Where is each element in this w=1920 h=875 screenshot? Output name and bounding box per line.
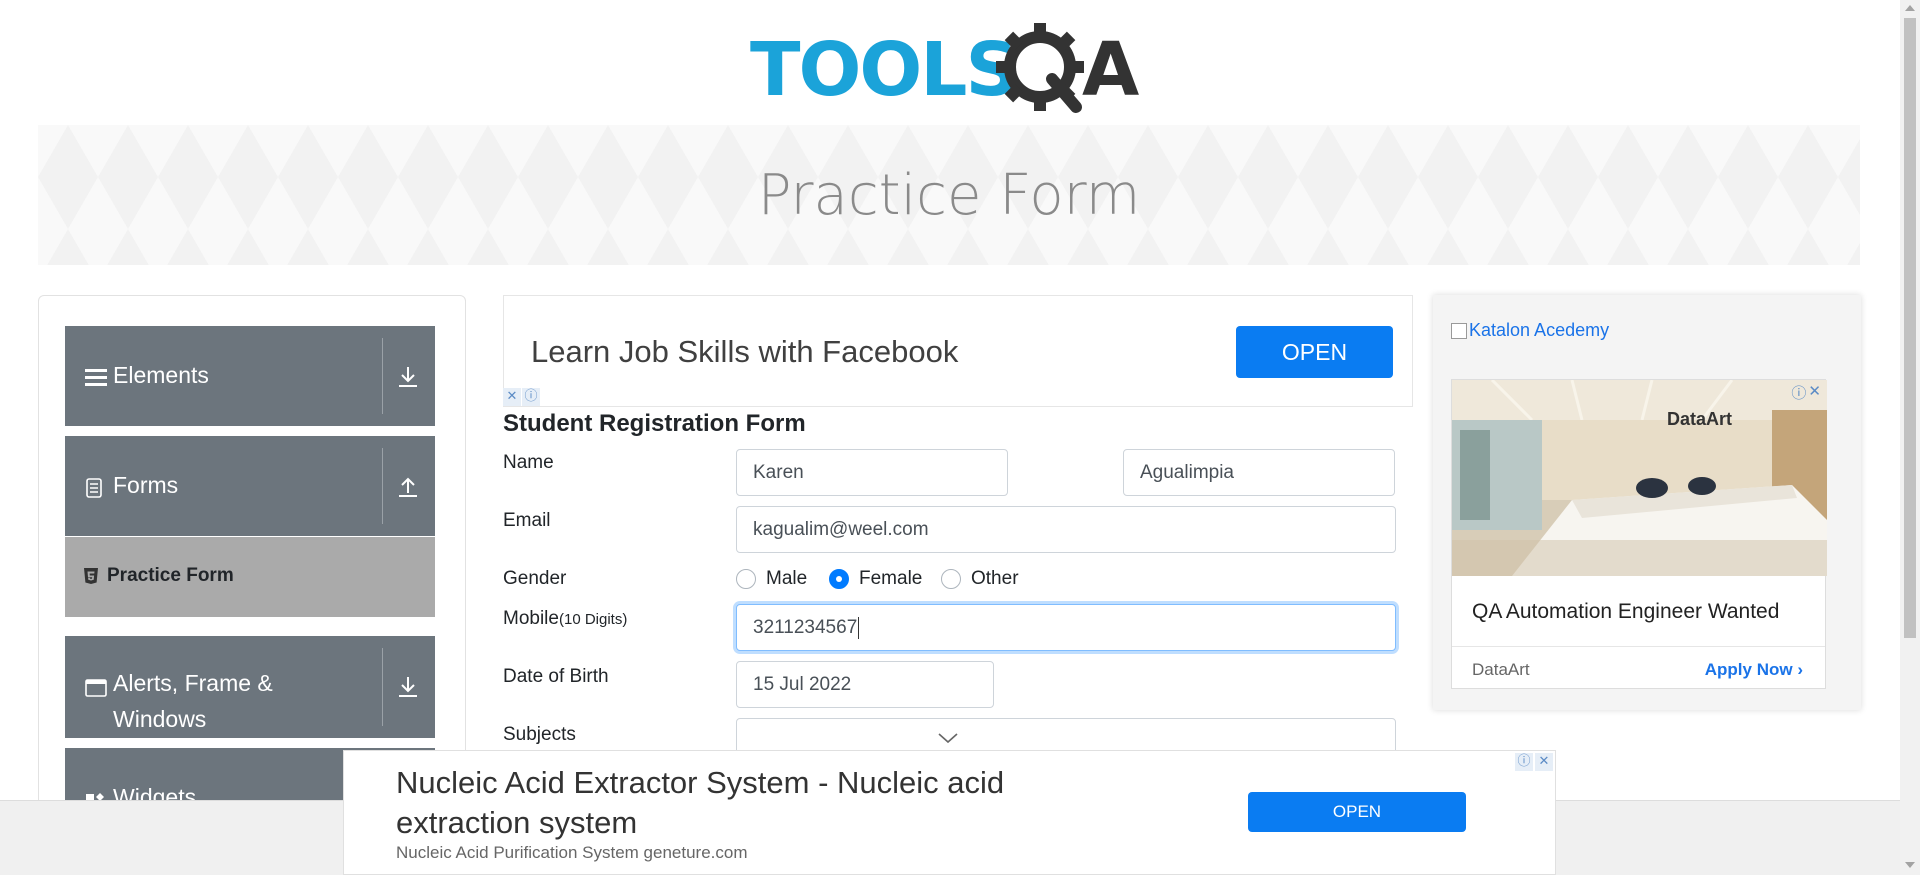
radio-button[interactable] bbox=[736, 569, 756, 589]
sidebar: Elements Forms Practice Form Alerts, Fra… bbox=[38, 295, 466, 815]
info-icon[interactable]: ⓘ bbox=[1791, 382, 1806, 403]
gender-radio-other[interactable]: Other bbox=[941, 568, 1019, 590]
scroll-up-arrow-icon[interactable] bbox=[1905, 5, 1915, 11]
page-banner: Practice Form bbox=[38, 125, 1860, 265]
photo-brand-text: DataArt bbox=[1667, 409, 1732, 429]
scroll-down-arrow-icon[interactable] bbox=[1905, 862, 1915, 868]
ad-badges: ⓘ ✕ bbox=[1515, 753, 1553, 771]
radio-label: Female bbox=[859, 568, 923, 589]
sidebar-group-label: Forms bbox=[113, 472, 179, 498]
gender-radio-male[interactable]: Male bbox=[736, 568, 807, 590]
chevron-down-icon[interactable] bbox=[937, 729, 959, 751]
mobile-label-text: Mobile bbox=[503, 608, 559, 629]
close-icon[interactable]: ✕ bbox=[503, 388, 521, 406]
broken-image-link[interactable]: Katalon Acedemy bbox=[1451, 320, 1609, 341]
apply-now-label: Apply Now bbox=[1704, 660, 1793, 679]
sidebar-group-elements[interactable]: Elements bbox=[65, 326, 435, 426]
first-name-input[interactable]: Karen bbox=[736, 449, 1008, 496]
broken-image-alt: Katalon Acedemy bbox=[1469, 320, 1610, 340]
gender-radio-female[interactable]: Female bbox=[829, 568, 922, 590]
radio-label: Other bbox=[971, 568, 1019, 589]
ad-subtitle: Nucleic Acid Purification System genetur… bbox=[396, 843, 748, 862]
page-title: Practice Form bbox=[757, 162, 1141, 228]
page-scrollbar[interactable] bbox=[1900, 0, 1920, 875]
email-input[interactable]: kagualim@weel.com bbox=[736, 506, 1396, 553]
subjects-label: Subjects bbox=[503, 724, 576, 745]
chevron-right-icon: › bbox=[1797, 660, 1803, 679]
name-label: Name bbox=[503, 452, 554, 473]
last-name-value: Agualimpia bbox=[1140, 461, 1234, 483]
svg-text:TOOLS: TOOLS bbox=[750, 27, 1017, 113]
html5-icon bbox=[83, 567, 99, 585]
dob-label: Date of Birth bbox=[503, 666, 609, 687]
first-name-value: Karen bbox=[753, 461, 804, 483]
info-icon[interactable]: ⓘ bbox=[1515, 753, 1533, 771]
ad-headline[interactable]: QA Automation Engineer Wanted bbox=[1472, 600, 1779, 624]
ad-brand: DataArt bbox=[1472, 660, 1530, 679]
sidebar-item-label: Practice Form bbox=[107, 565, 234, 586]
ad-text: Learn Job Skills with Facebook bbox=[531, 334, 959, 369]
close-icon[interactable]: ✕ bbox=[1808, 382, 1821, 403]
mobile-value: 3211234567 bbox=[753, 616, 858, 638]
email-label: Email bbox=[503, 510, 551, 531]
sidebar-group-label-line2: Windows bbox=[113, 706, 207, 732]
apply-now-link[interactable]: Apply Now › bbox=[1705, 660, 1803, 680]
last-name-input[interactable]: Agualimpia bbox=[1123, 449, 1395, 496]
ad-badges: ✕ ⓘ bbox=[503, 388, 540, 406]
svg-text:A: A bbox=[1082, 27, 1139, 113]
sidebar-item-practice-form[interactable]: Practice Form bbox=[65, 537, 435, 617]
sidebar-group-label: Alerts, Frame & bbox=[113, 670, 273, 696]
text-cursor bbox=[858, 616, 860, 639]
broken-image-icon bbox=[1451, 322, 1467, 339]
email-value: kagualim@weel.com bbox=[753, 518, 929, 540]
radio-button-selected[interactable] bbox=[829, 569, 849, 589]
download-icon[interactable] bbox=[395, 364, 421, 390]
sidebar-group-forms[interactable]: Forms bbox=[65, 436, 435, 536]
dob-value: 15 Jul 2022 bbox=[753, 673, 852, 695]
ad-open-button[interactable]: OPEN bbox=[1248, 792, 1466, 832]
scrollbar-thumb[interactable] bbox=[1904, 18, 1916, 638]
toolsqa-logo[interactable]: TOOLS A bbox=[750, 20, 1155, 115]
ad-open-button[interactable]: OPEN bbox=[1236, 326, 1393, 378]
ad-banner-bottom[interactable]: Nucleic Acid Extractor System - Nucleic … bbox=[343, 750, 1556, 875]
sidebar-group-label: Elements bbox=[113, 362, 209, 388]
upload-icon[interactable] bbox=[395, 474, 421, 500]
info-icon[interactable]: ⓘ bbox=[522, 388, 540, 406]
hamburger-icon bbox=[85, 368, 107, 392]
download-icon[interactable] bbox=[395, 674, 421, 700]
date-of-birth-input[interactable]: 15 Jul 2022 bbox=[736, 661, 994, 708]
form-title: Student Registration Form bbox=[503, 410, 806, 437]
mobile-input[interactable]: 3211234567 bbox=[736, 604, 1396, 651]
ad-card[interactable]: DataArt ⓘ ✕ QA Automation Engineer Wanted… bbox=[1451, 379, 1827, 689]
mobile-label: Mobile(10 Digits) bbox=[503, 608, 627, 630]
radio-button[interactable] bbox=[941, 569, 961, 589]
ad-title: Nucleic Acid Extractor System - Nucleic … bbox=[396, 765, 1005, 840]
ad-badges: ⓘ ✕ bbox=[1791, 382, 1821, 403]
ad-banner-top[interactable]: Learn Job Skills with Facebook OPEN bbox=[503, 295, 1413, 407]
sidebar-group-alerts-frame-windows[interactable]: Alerts, Frame & Windows bbox=[65, 636, 435, 738]
window-icon bbox=[85, 678, 107, 702]
close-icon[interactable]: ✕ bbox=[1535, 753, 1553, 771]
document-icon bbox=[85, 478, 103, 502]
mobile-hint: (10 Digits) bbox=[558, 611, 628, 628]
office-photo: DataArt bbox=[1452, 380, 1827, 576]
radio-label: Male bbox=[766, 568, 808, 589]
gender-label: Gender bbox=[503, 568, 567, 589]
ad-sidebar-right[interactable]: Katalon Acedemy DataArt ⓘ ✕ QA Automatio… bbox=[1433, 295, 1861, 710]
